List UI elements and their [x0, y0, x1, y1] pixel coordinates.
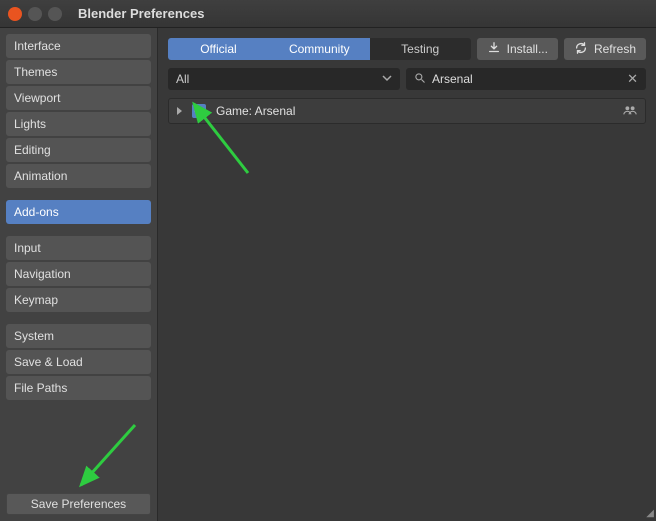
- chevron-down-icon: [382, 72, 392, 86]
- search-field[interactable]: ✕: [406, 68, 646, 90]
- preferences-content: OfficialCommunityTesting Install... Refr…: [158, 28, 656, 521]
- community-icon: [623, 103, 637, 120]
- install-button[interactable]: Install...: [477, 38, 558, 60]
- refresh-label: Refresh: [594, 42, 636, 56]
- sidebar-item-save-load[interactable]: Save & Load: [6, 350, 151, 374]
- sidebar-item-themes[interactable]: Themes: [6, 60, 151, 84]
- window-controls: [8, 7, 62, 21]
- search-input[interactable]: [432, 72, 621, 86]
- clear-search-icon[interactable]: ✕: [627, 71, 638, 87]
- maximize-icon[interactable]: [48, 7, 62, 21]
- disclosure-icon[interactable]: [177, 107, 182, 115]
- tab-testing[interactable]: Testing: [370, 38, 471, 60]
- sidebar-item-interface[interactable]: Interface: [6, 34, 151, 58]
- install-label: Install...: [507, 42, 548, 56]
- expand-handle-icon[interactable]: ◢: [646, 508, 654, 519]
- tab-official[interactable]: Official: [168, 38, 269, 60]
- refresh-icon: [574, 41, 588, 58]
- category-dropdown[interactable]: All: [168, 68, 400, 90]
- sidebar-item-add-ons[interactable]: Add-ons: [6, 200, 151, 224]
- tab-community[interactable]: Community: [269, 38, 370, 60]
- sidebar-item-navigation[interactable]: Navigation: [6, 262, 151, 286]
- minimize-icon[interactable]: [28, 7, 42, 21]
- search-icon: [414, 72, 426, 87]
- sidebar-item-input[interactable]: Input: [6, 236, 151, 260]
- category-value: All: [176, 72, 189, 86]
- support-level-tabs: OfficialCommunityTesting: [168, 38, 471, 60]
- sidebar-item-editing[interactable]: Editing: [6, 138, 151, 162]
- addon-label: Game: Arsenal: [216, 104, 613, 118]
- sidebar-item-animation[interactable]: Animation: [6, 164, 151, 188]
- refresh-button[interactable]: Refresh: [564, 38, 646, 60]
- sidebar-item-viewport[interactable]: Viewport: [6, 86, 151, 110]
- preferences-sidebar: InterfaceThemesViewportLightsEditingAnim…: [0, 28, 158, 521]
- addon-row: Game: Arsenal: [168, 98, 646, 124]
- download-icon: [487, 41, 501, 58]
- close-icon[interactable]: [8, 7, 22, 21]
- save-preferences-button[interactable]: Save Preferences: [6, 493, 151, 515]
- sidebar-item-lights[interactable]: Lights: [6, 112, 151, 136]
- titlebar: Blender Preferences: [0, 0, 656, 28]
- sidebar-item-file-paths[interactable]: File Paths: [6, 376, 151, 400]
- sidebar-item-keymap[interactable]: Keymap: [6, 288, 151, 312]
- addon-enable-checkbox[interactable]: [192, 104, 206, 118]
- window-title: Blender Preferences: [78, 6, 204, 21]
- sidebar-item-system[interactable]: System: [6, 324, 151, 348]
